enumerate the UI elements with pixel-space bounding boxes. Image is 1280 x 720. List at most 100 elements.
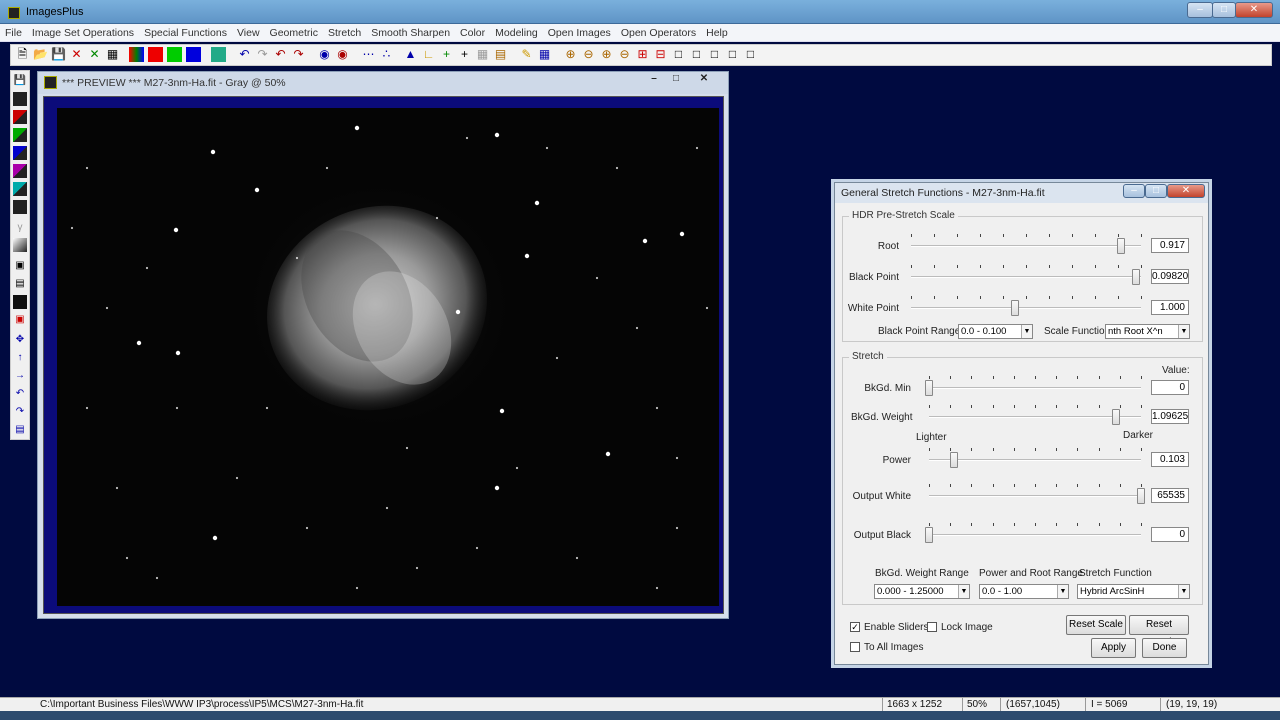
frame-2-icon[interactable]: □ bbox=[689, 47, 704, 62]
slider-value-field[interactable]: 65535 bbox=[1151, 488, 1189, 503]
menu-item-image-set-operations[interactable]: Image Set Operations bbox=[27, 24, 139, 42]
apply-button[interactable]: Apply bbox=[1091, 638, 1136, 658]
star-target-icon[interactable]: ◉ bbox=[335, 47, 350, 62]
zoom-out-icon[interactable]: ⊖ bbox=[581, 47, 596, 62]
black-icon[interactable] bbox=[13, 92, 27, 106]
undo-all-icon[interactable]: ↶ bbox=[273, 47, 288, 62]
curve-icon[interactable]: ∟ bbox=[421, 47, 436, 62]
black-point-range-select[interactable]: 0.0 - 0.100 ▼ bbox=[958, 324, 1033, 339]
close-button[interactable]: ✕ bbox=[1235, 2, 1273, 18]
open-file-icon[interactable]: 📂 bbox=[33, 47, 48, 62]
menu-item-file[interactable]: File bbox=[0, 24, 27, 42]
frame-3-icon[interactable]: □ bbox=[707, 47, 722, 62]
slider-track[interactable] bbox=[929, 416, 1141, 418]
menu-item-help[interactable]: Help bbox=[701, 24, 733, 42]
minimize-button[interactable]: – bbox=[1187, 2, 1213, 18]
mono-icon[interactable] bbox=[13, 200, 27, 214]
slider-thumb[interactable] bbox=[1010, 300, 1019, 316]
menu-item-smooth-sharpen[interactable]: Smooth Sharpen bbox=[366, 24, 455, 42]
slider-track[interactable] bbox=[929, 459, 1141, 461]
slider-thumb[interactable] bbox=[1132, 269, 1141, 285]
move-icon[interactable]: ✥ bbox=[13, 333, 27, 347]
star-select-icon[interactable]: ◉ bbox=[317, 47, 332, 62]
nebula-image[interactable] bbox=[57, 108, 719, 606]
slider-track[interactable] bbox=[911, 276, 1141, 278]
redo-icon[interactable]: ↷ bbox=[255, 47, 270, 62]
slider-thumb[interactable] bbox=[950, 452, 959, 468]
histogram-icon[interactable]: ▲ bbox=[403, 47, 418, 62]
menu-item-stretch[interactable]: Stretch bbox=[323, 24, 366, 42]
slider-value-field[interactable]: 1.000 bbox=[1151, 300, 1189, 315]
rotate-left-icon[interactable]: ↶ bbox=[13, 387, 27, 401]
bkgd-weight-range-select[interactable]: 0.000 - 1.25000 ▼ bbox=[874, 584, 970, 599]
copy-icon[interactable]: ▤ bbox=[13, 423, 27, 437]
reset-stretch-button[interactable]: Reset Stretch bbox=[1129, 615, 1189, 648]
table-icon[interactable]: ▦ bbox=[475, 47, 490, 62]
menu-item-color[interactable]: Color bbox=[455, 24, 490, 42]
grid-icon[interactable] bbox=[211, 47, 226, 62]
slider-track[interactable] bbox=[911, 245, 1141, 247]
redo-all-icon[interactable]: ↷ bbox=[291, 47, 306, 62]
levels-icon[interactable]: ▤ bbox=[13, 277, 27, 291]
arrow-up-icon[interactable]: ↑ bbox=[13, 351, 27, 365]
black-square-icon[interactable] bbox=[13, 295, 27, 309]
new-file-icon[interactable]: 🗎 bbox=[15, 47, 30, 62]
slider-thumb[interactable] bbox=[1117, 238, 1126, 254]
slider-value-field[interactable]: 0 bbox=[1151, 527, 1189, 542]
slider-value-field[interactable]: 1.09625 bbox=[1151, 409, 1189, 424]
reset-scale-button[interactable]: Reset Scale bbox=[1066, 615, 1126, 635]
frame-1-icon[interactable]: □ bbox=[671, 47, 686, 62]
to-all-images-checkbox[interactable] bbox=[850, 642, 860, 652]
menu-item-view[interactable]: View bbox=[232, 24, 265, 42]
magenta-black-icon[interactable] bbox=[13, 164, 27, 178]
slider-value-field[interactable]: 0.09820 bbox=[1151, 269, 1189, 284]
menu-item-open-operators[interactable]: Open Operators bbox=[616, 24, 701, 42]
slider-thumb[interactable] bbox=[925, 380, 933, 396]
rgb-icon[interactable] bbox=[129, 47, 144, 62]
red-black-icon[interactable] bbox=[13, 110, 27, 124]
green-channel-icon[interactable] bbox=[167, 47, 182, 62]
cyan-black-icon[interactable] bbox=[13, 182, 27, 196]
menu-item-special-functions[interactable]: Special Functions bbox=[139, 24, 232, 42]
slider-track[interactable] bbox=[911, 307, 1141, 309]
undo-icon[interactable]: ↶ bbox=[237, 47, 252, 62]
lock-image-checkbox[interactable] bbox=[927, 622, 937, 632]
menu-item-geometric[interactable]: Geometric bbox=[265, 24, 323, 42]
blue-black-icon[interactable] bbox=[13, 146, 27, 160]
points-icon[interactable]: ∴ bbox=[379, 47, 394, 62]
close-all-icon[interactable]: ✕ bbox=[87, 47, 102, 62]
dialog-maximize-button[interactable]: □ bbox=[1145, 184, 1167, 198]
center-icon[interactable]: ▣ bbox=[13, 259, 27, 273]
gradient-icon[interactable] bbox=[13, 238, 27, 252]
dialog-close-button[interactable]: ✕ bbox=[1167, 184, 1205, 198]
zoom-in-icon[interactable]: ⊕ bbox=[563, 47, 578, 62]
preview-maximize-button[interactable]: □ bbox=[666, 73, 686, 87]
blue-channel-icon[interactable] bbox=[186, 47, 201, 62]
grid-select-icon[interactable]: ▦ bbox=[537, 47, 552, 62]
red-channel-icon[interactable] bbox=[148, 47, 163, 62]
slider-track[interactable] bbox=[929, 387, 1141, 389]
stretch-function-select[interactable]: Hybrid ArcSinH ▼ bbox=[1077, 584, 1190, 599]
remove-icon[interactable]: ⊟ bbox=[653, 47, 668, 62]
add-icon[interactable]: ⊞ bbox=[635, 47, 650, 62]
dots-icon[interactable]: ⋯ bbox=[361, 47, 376, 62]
scale-function-select[interactable]: nth Root X^n ▼ bbox=[1105, 324, 1190, 339]
chart-icon[interactable]: ▤ bbox=[493, 47, 508, 62]
slider-track[interactable] bbox=[929, 534, 1141, 536]
preview-close-button[interactable]: ✕ bbox=[694, 73, 714, 87]
slider-value-field[interactable]: 0.103 bbox=[1151, 452, 1189, 467]
slider-thumb[interactable] bbox=[925, 527, 933, 543]
save-left-icon[interactable]: 💾 bbox=[13, 74, 27, 88]
green-black-icon[interactable] bbox=[13, 128, 27, 142]
pencil-icon[interactable]: ✎ bbox=[519, 47, 534, 62]
slider-thumb[interactable] bbox=[1111, 409, 1120, 425]
menu-item-modeling[interactable]: Modeling bbox=[490, 24, 543, 42]
crop-icon[interactable]: ▣ bbox=[13, 313, 27, 327]
frame-5-icon[interactable]: □ bbox=[743, 47, 758, 62]
dialog-minimize-button[interactable]: – bbox=[1123, 184, 1145, 198]
enable-sliders-checkbox[interactable]: ✓ bbox=[850, 622, 860, 632]
maximize-button[interactable]: □ bbox=[1212, 2, 1236, 18]
frame-4-icon[interactable]: □ bbox=[725, 47, 740, 62]
print-icon[interactable]: ▦ bbox=[105, 47, 120, 62]
slider-value-field[interactable]: 0.917 bbox=[1151, 238, 1189, 253]
